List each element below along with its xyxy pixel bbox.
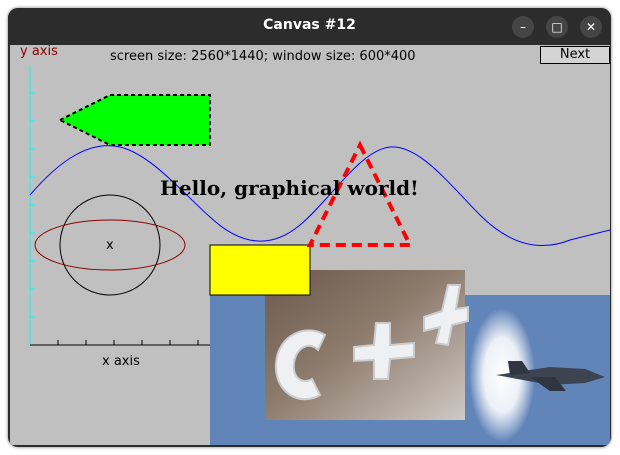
x-axis-label: x axis bbox=[102, 354, 140, 369]
hello-text: Hello, graphical world! bbox=[160, 176, 419, 200]
screen-info-text: screen size: 2560*1440; window size: 600… bbox=[110, 49, 416, 64]
minimize-button[interactable]: – bbox=[512, 16, 534, 38]
title-bar[interactable]: Canvas #12 – □ ✕ bbox=[8, 8, 611, 45]
drawing-canvas: screen size: 2560*1440; window size: 600… bbox=[10, 45, 610, 445]
app-window: Canvas #12 – □ ✕ screen size: 2560*1440;… bbox=[8, 8, 611, 447]
next-button[interactable]: Next bbox=[540, 46, 610, 64]
minimize-icon: – bbox=[520, 20, 526, 34]
maximize-button[interactable]: □ bbox=[546, 16, 568, 38]
close-button[interactable]: ✕ bbox=[580, 16, 602, 38]
y-axis bbox=[29, 65, 35, 345]
yellow-rectangle bbox=[209, 244, 311, 296]
close-icon: ✕ bbox=[585, 20, 597, 34]
green-arrow-polygon bbox=[57, 94, 211, 146]
y-axis-label: y axis bbox=[20, 45, 58, 59]
circle-center-marker: x bbox=[106, 238, 114, 253]
x-axis bbox=[30, 340, 210, 346]
maximize-icon: □ bbox=[551, 20, 563, 34]
